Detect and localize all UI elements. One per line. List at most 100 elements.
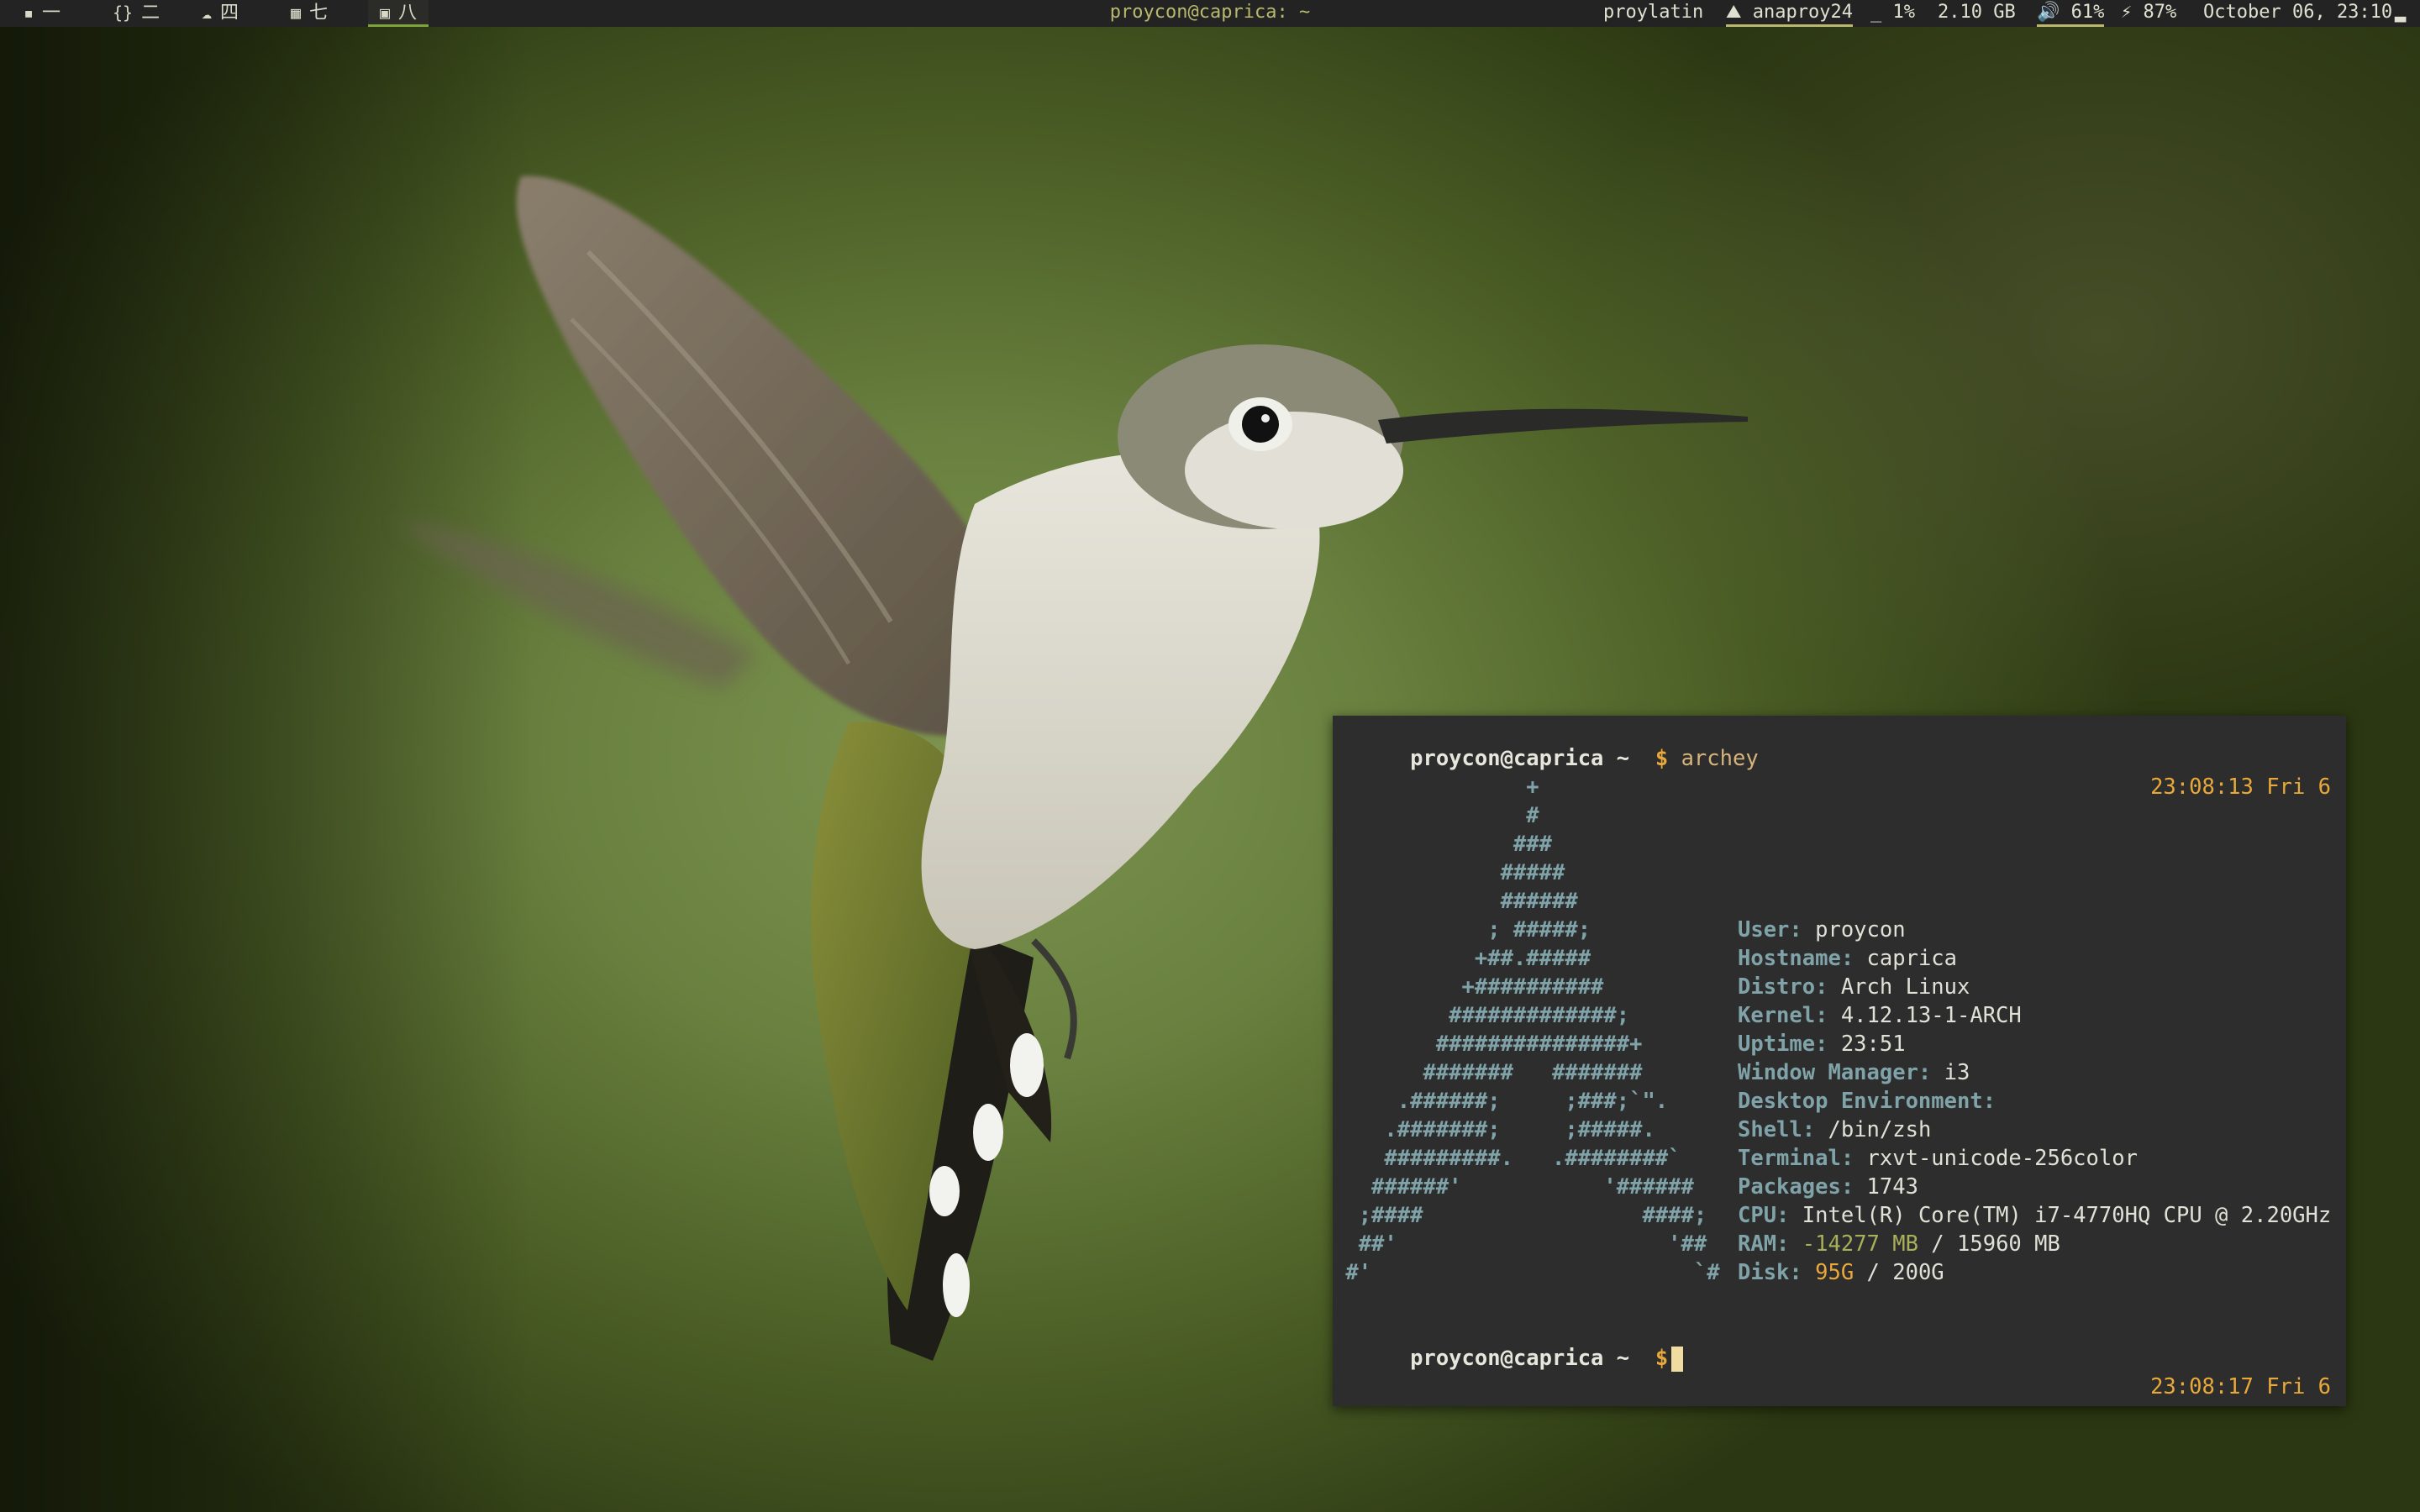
- info-value: Arch Linux: [1840, 974, 1970, 1000]
- cloud-icon: ☁: [202, 3, 213, 23]
- info-row: Desktop Environment:: [1738, 1087, 2008, 1116]
- info-row: Terminal: rxvt-unicode-256color: [1738, 1144, 2138, 1173]
- table-grid-icon: ▦: [291, 3, 302, 23]
- logo-line: ###############+: [1333, 1032, 1643, 1057]
- battery-bolt-icon: ⚡: [2121, 2, 2133, 23]
- disk-total: 200G: [1892, 1260, 1944, 1285]
- prompt-symbol: $: [1655, 1346, 1669, 1371]
- cpu-status: _ 1%: [1870, 0, 1915, 27]
- info-row: Kernel: 4.12.13-1-ARCH: [1738, 1001, 2022, 1030]
- chat-icon: ▪: [24, 3, 34, 23]
- logo-line: +##.#####: [1333, 946, 1591, 971]
- info-key: Uptime:: [1738, 1032, 1828, 1057]
- prompt-line[interactable]: proycon@caprica ~ $ 23:08:17 Fri 6: [1333, 1315, 2346, 1399]
- workspace-label: 一: [42, 3, 61, 24]
- info-key: Kernel:: [1738, 1003, 1828, 1028]
- info-row: User: proycon: [1738, 916, 1906, 944]
- desktop[interactable]: ▪ 一 {} 二 ☁ 四 ▦ 七 ▣ 八 proycon@caprica: ~ proyl…: [0, 0, 2420, 1512]
- info-row: Window Manager: i3: [1738, 1058, 1970, 1087]
- logo-line: +: [1333, 774, 1539, 800]
- info-value: caprica: [1866, 946, 1957, 971]
- info-row: Packages: 1743: [1738, 1173, 1918, 1201]
- vpn-status: proylatin: [1603, 2, 1704, 23]
- battery-value: 87%: [2143, 2, 2177, 23]
- disk-row: Disk: 95G / 200G: [1738, 1258, 1944, 1287]
- terminal-icon: ▣: [380, 3, 391, 23]
- prompt-user: proycon@caprica ~: [1410, 1346, 1630, 1371]
- logo-line: ##' '##: [1333, 1231, 1707, 1257]
- prompt-time: 23:08:17 Fri 6: [2150, 1374, 2331, 1399]
- logo-line: .#######; ;#####.: [1333, 1117, 1655, 1142]
- workspace-button-8[interactable]: ▣ 八: [368, 0, 429, 27]
- volume-value: 61%: [2070, 2, 2105, 23]
- info-row: Uptime: 23:51: [1738, 1030, 1906, 1058]
- info-key: CPU:: [1738, 1203, 1790, 1228]
- network-status[interactable]: ⛰ anaproy24: [1726, 0, 1853, 27]
- workspace-button-7[interactable]: ▦ 七: [279, 0, 339, 27]
- info-key: Terminal:: [1738, 1146, 1854, 1171]
- window-title: proycon@caprica: ~: [1109, 2, 1311, 23]
- signal-bars-icon: ▂: [2395, 2, 2407, 23]
- workspace-label: 四: [220, 3, 239, 24]
- workspace-button-1[interactable]: ▪ 一: [12, 0, 72, 27]
- ram-used: -14277 MB: [1802, 1231, 1918, 1257]
- logo-line: ;#### ####;: [1333, 1203, 1707, 1228]
- ram-row: RAM: -14277 MB / 15960 MB: [1738, 1230, 2060, 1258]
- logo-line: #####: [1333, 860, 1565, 885]
- clock[interactable]: October 06, 23:10: [2203, 0, 2392, 27]
- info-value: 1743: [1866, 1174, 1918, 1200]
- prompt-line: proycon@caprica ~ $ archey 23:08:13 Fri …: [1333, 716, 2346, 800]
- logo-line: ####### #######: [1333, 1060, 1643, 1085]
- logo-line: #############;: [1333, 1003, 1630, 1028]
- info-value: /bin/zsh: [1828, 1117, 1932, 1142]
- logo-line: ###: [1333, 832, 1552, 857]
- info-value: 23:51: [1840, 1032, 1906, 1057]
- info-row: Shell: /bin/zsh: [1738, 1116, 1931, 1144]
- logo-line: ######' '######: [1333, 1174, 1694, 1200]
- network-name: anaproy24: [1752, 2, 1853, 23]
- memory-status: 2.10 GB: [1938, 2, 2016, 23]
- workspace-button-2[interactable]: {} 二: [101, 0, 171, 27]
- status-bar: ▪ 一 {} 二 ☁ 四 ▦ 七 ▣ 八 proycon@caprica: ~ proyl…: [0, 0, 2420, 27]
- terminal-window[interactable]: proycon@caprica ~ $ archey 23:08:13 Fri …: [1333, 716, 2346, 1406]
- info-row: CPU: Intel(R) Core(TM) i7-4770HQ CPU @ 2…: [1738, 1201, 2331, 1230]
- ram-total: 15960 MB: [1957, 1231, 2060, 1257]
- speaker-icon: 🔊: [2037, 2, 2060, 23]
- disk-used: 95G: [1815, 1260, 1854, 1285]
- workspace-button-4[interactable]: ☁ 四: [190, 0, 250, 27]
- info-key: Window Manager:: [1738, 1060, 1932, 1085]
- logo-line: ######: [1333, 889, 1578, 914]
- info-key: Packages:: [1738, 1174, 1854, 1200]
- logo-line: #' `#: [1333, 1260, 1720, 1285]
- info-value: i3: [1944, 1060, 1970, 1085]
- prompt-time: 23:08:13 Fri 6: [2150, 774, 2331, 800]
- info-row: Hostname: caprica: [1738, 944, 1957, 973]
- command-text: archey: [1681, 746, 1759, 771]
- code-braces-icon: {}: [113, 3, 134, 23]
- logo-line: +##########: [1333, 974, 1604, 1000]
- cpu-value: 1%: [1892, 2, 1916, 23]
- logo-line: .######; ;###;`".: [1333, 1089, 1669, 1114]
- logo-line: #: [1333, 803, 1539, 828]
- info-key: Desktop Environment:: [1738, 1089, 1996, 1114]
- info-value: 4.12.13-1-ARCH: [1840, 1003, 2022, 1028]
- info-key: Hostname:: [1738, 946, 1854, 971]
- prompt-user: proycon@caprica ~: [1410, 746, 1630, 771]
- logo-line: #########. .########`: [1333, 1146, 1681, 1171]
- chart-area-icon: ⛰: [1726, 2, 1742, 23]
- disk-separator: /: [1854, 1260, 1893, 1285]
- logo-line: ; #####;: [1333, 917, 1591, 942]
- workspace-label: 二: [141, 3, 160, 24]
- workspace-label: 七: [309, 3, 329, 24]
- ram-separator: /: [1918, 1231, 1958, 1257]
- text-cursor: [1671, 1347, 1684, 1372]
- battery-status: ⚡ 87%: [2121, 0, 2176, 27]
- workspace-label: 八: [398, 3, 418, 24]
- volume-status[interactable]: 🔊 61%: [2037, 0, 2105, 27]
- prompt-symbol: $: [1655, 746, 1669, 771]
- info-row: Distro: Arch Linux: [1738, 973, 1970, 1001]
- info-key: User:: [1738, 917, 1802, 942]
- underscore-icon: _: [1870, 2, 1882, 23]
- info-key: Disk:: [1738, 1260, 1802, 1285]
- info-value: Intel(R) Core(TM) i7-4770HQ CPU @ 2.20GH…: [1802, 1203, 2332, 1228]
